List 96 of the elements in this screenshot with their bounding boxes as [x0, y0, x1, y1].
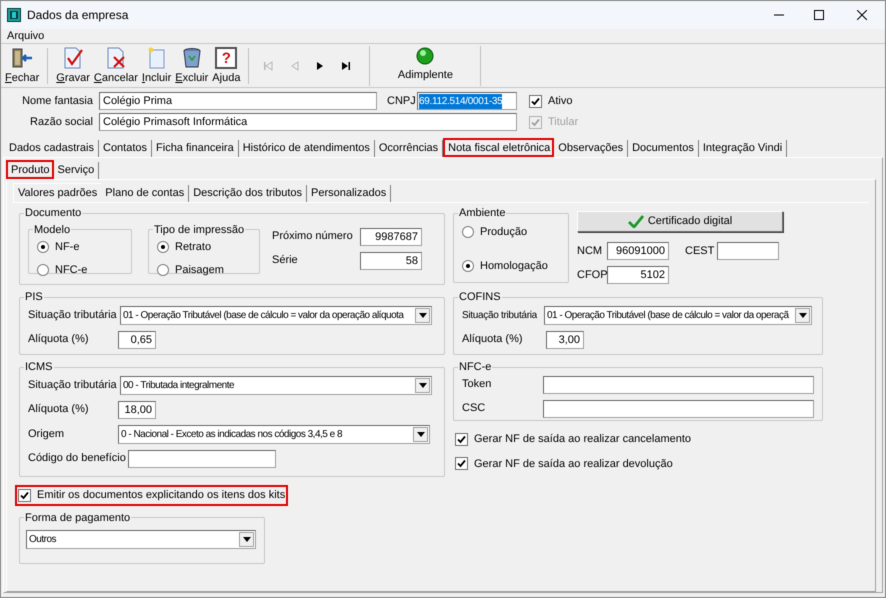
tab[interactable]: Nota fiscal eletrônica: [443, 138, 554, 157]
dropdown-field[interactable]: 01 - Operação Tributável (base de cálculo = valor da operação alíquota: [120, 306, 432, 324]
tab[interactable]: Produto: [6, 160, 54, 179]
radio-button[interactable]: NFC-e: [37, 262, 123, 278]
radio-button[interactable]: Retrato: [157, 239, 251, 256]
tab[interactable]: Valores padrões: [13, 183, 102, 202]
caret-icon: [242, 537, 250, 542]
checkmark-icon: [628, 215, 644, 228]
group-title: Forma de pagamento: [24, 510, 132, 526]
field-label: CSC: [462, 401, 486, 416]
maximize-icon[interactable]: [814, 10, 824, 20]
tab[interactable]: Dados cadastrais: [5, 140, 99, 157]
menu-item[interactable]: Arquivo: [5, 28, 46, 44]
dropdown-field[interactable]: 0 - Nacional - Exceto as indicadas nos códigos 3,4,5 e 8: [118, 424, 430, 444]
dropdown-field[interactable]: 01 - Operação Tributável (base de cálculo = valor da operaçã: [544, 306, 812, 324]
field-label: CEST: [685, 244, 716, 259]
input-field[interactable]: Colégio Prima: [99, 92, 377, 110]
group-title: PIS: [24, 290, 44, 305]
group-title: Modelo: [33, 222, 72, 238]
group-title: COFINS: [458, 290, 502, 305]
checkbox[interactable]: Gerar NF de saída ao realizar devolução: [455, 456, 823, 472]
radio-button[interactable]: NF-e: [37, 239, 123, 256]
group-title: Tipo de impressão: [153, 222, 246, 238]
field-label: CNPJ: [387, 94, 417, 109]
trash-can-icon: [180, 47, 203, 69]
tab[interactable]: Serviço: [54, 162, 100, 179]
tab[interactable]: Integração Vindi: [698, 140, 788, 157]
checkbox[interactable]: Ativo: [529, 92, 572, 110]
dropdown-field[interactable]: 00 - Tributada integralmente: [120, 376, 432, 394]
field-label: Razão social: [29, 114, 94, 130]
input-field[interactable]: 58: [360, 252, 422, 270]
tab[interactable]: Personalizados: [307, 185, 392, 202]
field-label: Origem: [28, 426, 66, 442]
input-field[interactable]: [543, 376, 814, 394]
input-field[interactable]: [543, 400, 814, 418]
input-field[interactable]: 18,00: [118, 400, 156, 418]
field-label: Token: [462, 377, 492, 392]
toolbar-button[interactable]: Gravar: [54, 47, 92, 84]
tab[interactable]: Observações: [554, 140, 628, 157]
status-label: Adimplente: [398, 68, 453, 84]
group-title: ICMS: [24, 360, 54, 375]
app-icon: [7, 8, 21, 22]
caret-icon: [418, 312, 426, 318]
input-field[interactable]: 3,00: [546, 330, 584, 348]
help-icon: ?: [215, 47, 238, 69]
field-label: CFOP: [577, 268, 607, 283]
toolbar-button[interactable]: Excluir: [173, 47, 210, 84]
toolbar-button[interactable]: Incluir: [140, 47, 174, 84]
input-field[interactable]: [128, 450, 276, 468]
field-label: Alíquota (%): [28, 332, 90, 348]
input-field[interactable]: 0,65: [118, 330, 156, 348]
status-light-icon: [416, 47, 434, 66]
tab[interactable]: Plano de contas: [101, 185, 190, 202]
tab[interactable]: Contatos: [99, 140, 152, 157]
caret-icon: [416, 432, 424, 436]
tab[interactable]: Ficha financeira: [152, 140, 239, 157]
field-label: NCM: [577, 244, 604, 259]
dropdown-field[interactable]: Outros: [26, 530, 256, 549]
field-label: Alíquota (%): [462, 332, 524, 348]
tab[interactable]: Documentos: [628, 140, 699, 157]
certificate-button[interactable]: Certificado digital: [577, 211, 783, 232]
tab[interactable]: Descrição dos tributos: [189, 185, 308, 202]
input-field[interactable]: 69.112.514/0001-35: [417, 92, 517, 110]
checkbox[interactable]: Emitir os documentos explicitando os itens dos kits: [18, 487, 286, 504]
input-field[interactable]: 9987687: [360, 228, 422, 246]
close-icon[interactable]: [857, 10, 867, 20]
field-label: Série: [272, 253, 299, 268]
caret-icon: [798, 312, 806, 318]
input-field[interactable]: [717, 242, 779, 260]
tab[interactable]: Histórico de atendimentos: [238, 140, 375, 157]
checkbox[interactable]: Gerar NF de saída ao realizar cancelamento: [455, 431, 823, 448]
radio-button[interactable]: Produção: [462, 224, 560, 240]
group-title: NFC-e: [458, 360, 492, 375]
field-label: Nome fantasia: [21, 94, 94, 109]
caret-icon: [418, 382, 426, 388]
field-label: Alíquota (%): [28, 402, 90, 418]
group-title: Ambiente: [458, 206, 506, 221]
toolbar-button[interactable]: ? Ajuda: [210, 47, 242, 84]
document-x-icon: [104, 47, 127, 69]
group-title: Documento: [24, 206, 82, 221]
toolbar-button[interactable]: Fechar: [3, 47, 42, 84]
radio-button[interactable]: Paisagem: [157, 262, 251, 278]
field-label: Situação tributária: [462, 308, 538, 322]
input-field[interactable]: 5102: [607, 266, 669, 284]
toolbar-button[interactable]: Cancelar: [92, 47, 140, 84]
input-field[interactable]: 96091000: [607, 242, 669, 260]
input-field[interactable]: Colégio Primasoft Informática: [99, 113, 517, 131]
skip-last-icon[interactable]: [340, 60, 352, 72]
radio-button[interactable]: Homologação: [462, 258, 560, 274]
exit-door-icon: [11, 47, 34, 69]
window-title: Dados da empresa: [27, 7, 128, 24]
field-label: Situação tributária: [28, 308, 118, 323]
document-check-icon: [62, 47, 84, 69]
field-label: Próximo número: [272, 229, 354, 244]
field-label: Código do benefício: [28, 451, 127, 466]
field-label: Situação tributária: [28, 378, 118, 393]
